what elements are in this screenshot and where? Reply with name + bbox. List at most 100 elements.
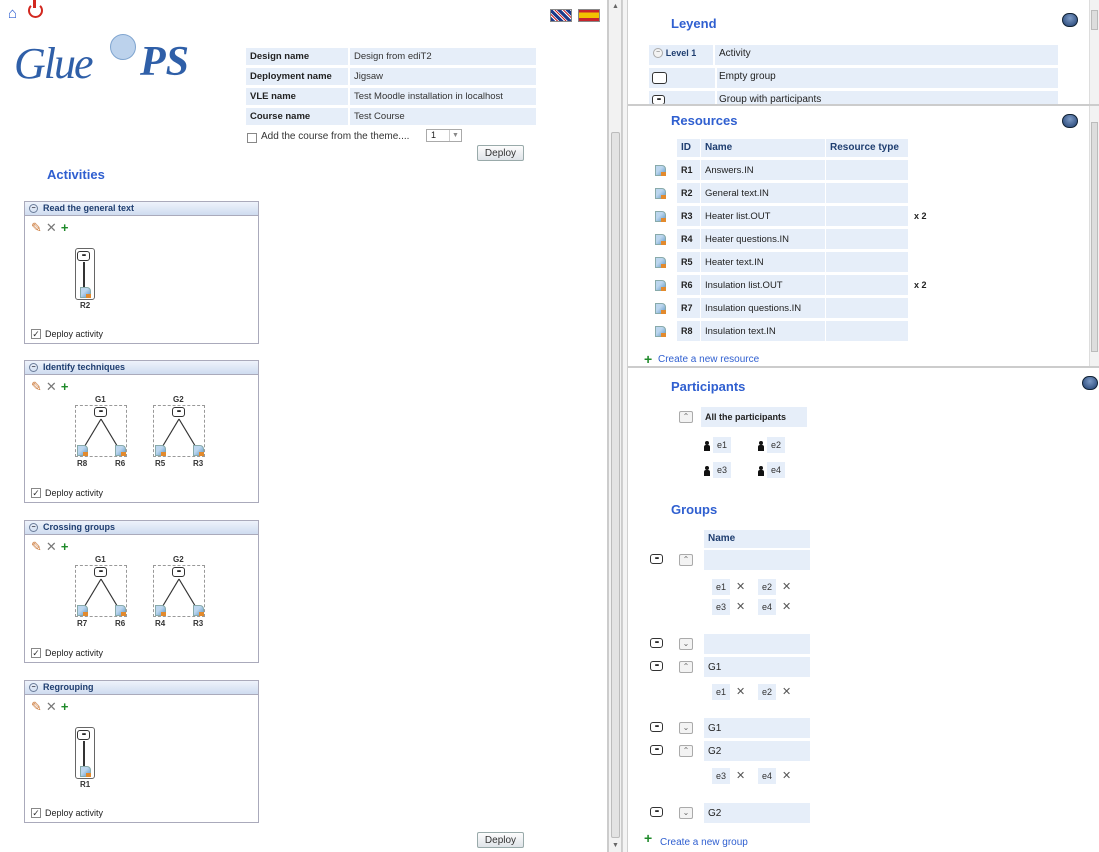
deploy-activity-checkbox[interactable]: ✓: [31, 488, 41, 498]
resource-doc-icon[interactable]: [193, 605, 204, 616]
resource-doc-icon[interactable]: [115, 605, 126, 616]
resource-doc-icon[interactable]: [655, 326, 666, 337]
deploy-activity-checkbox[interactable]: ✓: [31, 808, 41, 818]
resource-name-cell[interactable]: General text.IN: [700, 182, 826, 204]
group-collapse-button[interactable]: ⌃: [679, 554, 693, 566]
activity-collapse-icon[interactable]: −: [29, 204, 38, 213]
resources-collapse-icon[interactable]: [1062, 114, 1078, 128]
group-member[interactable]: e1: [712, 579, 731, 595]
group-name-cell[interactable]: G2: [703, 740, 811, 762]
resource-doc-icon[interactable]: [80, 766, 91, 777]
create-group-plus-icon[interactable]: +: [644, 830, 652, 846]
group-expand-button[interactable]: ⌄: [679, 722, 693, 734]
resource-doc-icon[interactable]: [655, 257, 666, 268]
remove-member-x-icon[interactable]: ✕: [736, 769, 745, 782]
resource-doc-icon[interactable]: [655, 234, 666, 245]
edit-pencil-icon[interactable]: ✎: [31, 380, 42, 393]
resource-doc-icon[interactable]: [655, 280, 666, 291]
group-collapse-button[interactable]: ⌃: [679, 745, 693, 757]
group-name-cell[interactable]: G2: [703, 802, 811, 824]
legend-scrollbar-thumb[interactable]: [1091, 10, 1098, 30]
deploy-button-bottom[interactable]: Deploy: [477, 832, 524, 848]
group-member[interactable]: e1: [712, 684, 731, 700]
group-member[interactable]: e2: [758, 579, 777, 595]
delete-x-icon[interactable]: ✕: [46, 540, 57, 553]
scroll-down-icon[interactable]: ▼: [612, 842, 619, 849]
resources-scrollbar-thumb[interactable]: [1091, 122, 1098, 352]
resource-name-cell[interactable]: Heater text.IN: [700, 251, 826, 273]
remove-member-x-icon[interactable]: ✕: [736, 685, 745, 698]
group-expand-button[interactable]: ⌄: [679, 807, 693, 819]
participants-collapse-icon[interactable]: [1082, 376, 1098, 390]
edit-pencil-icon[interactable]: ✎: [31, 221, 42, 234]
english-flag-icon[interactable]: [550, 9, 572, 22]
create-resource-link[interactable]: Create a new resource: [658, 354, 759, 365]
deploy-activity-checkbox[interactable]: ✓: [31, 648, 41, 658]
group-member[interactable]: e2: [758, 684, 777, 700]
deploy-activity-checkbox[interactable]: ✓: [31, 329, 41, 339]
add-plus-icon[interactable]: +: [61, 380, 69, 393]
group-name-cell[interactable]: G1: [703, 717, 811, 739]
activity-collapse-icon[interactable]: −: [29, 363, 38, 372]
left-scrollbar-thumb[interactable]: [611, 132, 620, 838]
legend-collapse-icon[interactable]: [1062, 13, 1078, 27]
group-member[interactable]: e4: [758, 768, 777, 784]
add-plus-icon[interactable]: +: [61, 540, 69, 553]
course-select[interactable]: 1 ▼: [426, 129, 462, 142]
legend-scrollbar[interactable]: [1089, 0, 1099, 104]
delete-x-icon[interactable]: ✕: [46, 380, 57, 393]
activity-collapse-icon[interactable]: −: [29, 683, 38, 692]
resource-name-cell[interactable]: Insulation questions.IN: [700, 297, 826, 319]
resource-doc-icon[interactable]: [655, 165, 666, 176]
add-course-checkbox[interactable]: [247, 133, 257, 143]
resource-doc-icon[interactable]: [77, 445, 88, 456]
resource-doc-icon[interactable]: [155, 605, 166, 616]
resources-scrollbar[interactable]: [1089, 106, 1099, 366]
remove-member-x-icon[interactable]: ✕: [782, 600, 791, 613]
edit-pencil-icon[interactable]: ✎: [31, 700, 42, 713]
resource-doc-icon[interactable]: [655, 303, 666, 314]
group-name-cell[interactable]: G1: [703, 656, 811, 678]
left-scrollbar[interactable]: ▲ ▼: [608, 0, 622, 852]
resource-doc-icon[interactable]: [655, 188, 666, 199]
group-name-cell[interactable]: [703, 633, 811, 655]
resource-name-cell[interactable]: Insulation list.OUT: [700, 274, 826, 296]
group-collapse-button[interactable]: ⌃: [679, 661, 693, 673]
remove-member-x-icon[interactable]: ✕: [782, 769, 791, 782]
create-group-link[interactable]: Create a new group: [660, 837, 748, 848]
delete-x-icon[interactable]: ✕: [46, 700, 57, 713]
participant-item[interactable]: e2: [767, 437, 786, 453]
deploy-button-top[interactable]: Deploy: [477, 145, 524, 161]
group-member[interactable]: e3: [712, 768, 731, 784]
group-name-cell[interactable]: [703, 549, 811, 571]
participant-item[interactable]: e4: [767, 462, 786, 478]
resource-name-cell[interactable]: Insulation text.IN: [700, 320, 826, 342]
group-member[interactable]: e3: [712, 599, 731, 615]
power-icon[interactable]: [28, 0, 43, 18]
participants-collapse-button[interactable]: ⌃: [679, 411, 693, 423]
activity-collapse-icon[interactable]: −: [29, 523, 38, 532]
remove-member-x-icon[interactable]: ✕: [736, 580, 745, 593]
resource-doc-icon[interactable]: [77, 605, 88, 616]
activity-title-bar[interactable]: − Crossing groups: [25, 521, 258, 535]
resource-doc-icon[interactable]: [655, 211, 666, 222]
resource-name-cell[interactable]: Heater questions.IN: [700, 228, 826, 250]
add-plus-icon[interactable]: +: [61, 221, 69, 234]
activity-title-bar[interactable]: − Identify techniques: [25, 361, 258, 375]
home-icon[interactable]: ⌂: [8, 6, 17, 21]
group-expand-button[interactable]: ⌄: [679, 638, 693, 650]
resource-name-cell[interactable]: Answers.IN: [700, 159, 826, 181]
spanish-flag-icon[interactable]: [578, 9, 600, 22]
activity-title-bar[interactable]: − Read the general text: [25, 202, 258, 216]
delete-x-icon[interactable]: ✕: [46, 221, 57, 234]
remove-member-x-icon[interactable]: ✕: [782, 685, 791, 698]
resource-doc-icon[interactable]: [80, 287, 91, 298]
resource-name-cell[interactable]: Heater list.OUT: [700, 205, 826, 227]
scroll-up-icon[interactable]: ▲: [612, 3, 619, 10]
participant-item[interactable]: e1: [713, 437, 732, 453]
resource-doc-icon[interactable]: [155, 445, 166, 456]
activity-title-bar[interactable]: − Regrouping: [25, 681, 258, 695]
remove-member-x-icon[interactable]: ✕: [782, 580, 791, 593]
add-plus-icon[interactable]: +: [61, 700, 69, 713]
create-resource-plus-icon[interactable]: +: [644, 351, 652, 366]
